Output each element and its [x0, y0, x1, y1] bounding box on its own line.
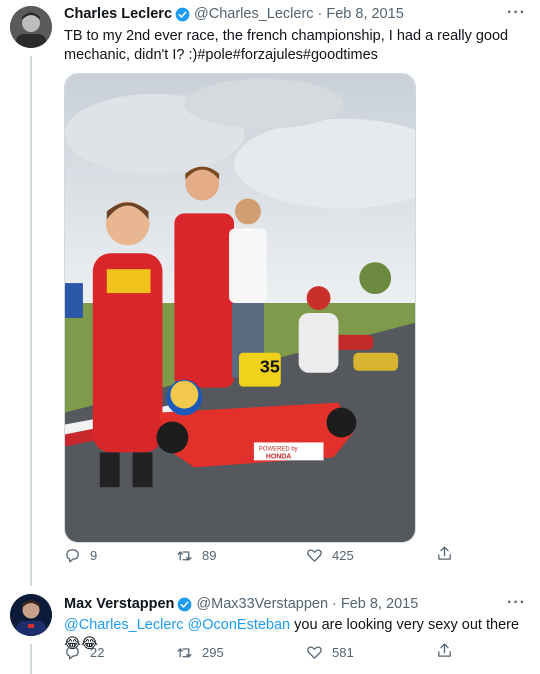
reply-icon: [66, 548, 79, 563]
like-icon: [307, 548, 322, 562]
avatar-charles-leclerc[interactable]: [10, 6, 52, 48]
author-name[interactable]: Charles Leclerc: [64, 6, 172, 22]
share-icon: [438, 643, 451, 657]
retweet-count: 295: [202, 644, 224, 660]
more-icon[interactable]: ···: [507, 594, 526, 612]
tweet-date[interactable]: Feb 8, 2015: [341, 596, 418, 612]
tweet-text: TB to my 2nd ever race, the french champ…: [64, 28, 509, 63]
like-icon: [307, 645, 322, 659]
separator-dot: ·: [332, 596, 337, 612]
retweet-button[interactable]: 295: [176, 644, 224, 661]
reply-count: 22: [90, 644, 105, 660]
tweet-date[interactable]: Feb 8, 2015: [326, 6, 403, 22]
reply-button[interactable]: 22: [64, 644, 104, 661]
tweet-header: Charles Leclerc @Charles_Leclerc · Feb 8…: [64, 6, 404, 22]
tweet-charles-leclerc[interactable]: Charles Leclerc @Charles_Leclerc · Feb 8…: [0, 0, 540, 590]
retweet-icon: [177, 550, 192, 560]
kart-sponsor-line1: POWERED by: [259, 446, 298, 452]
retweet-icon: [177, 647, 192, 657]
tweet-photo[interactable]: 35 POWERED by HONDA: [64, 73, 416, 543]
retweet-button[interactable]: 89: [176, 547, 216, 564]
more-icon[interactable]: ···: [507, 4, 526, 22]
verified-badge-icon: [175, 7, 190, 21]
separator-dot: ·: [317, 6, 323, 22]
reply-button[interactable]: 9: [64, 547, 97, 564]
share-icon: [438, 546, 451, 560]
share-button[interactable]: [436, 545, 453, 565]
reply-icon: [66, 645, 79, 660]
kart-sponsor-line2: HONDA: [266, 453, 291, 460]
tweet-header: Max Verstappen @Max33Verstappen · Feb 8,…: [64, 596, 418, 612]
thread-line: [30, 56, 32, 586]
verified-badge-icon: [178, 597, 192, 611]
like-count: 425: [332, 547, 354, 563]
avatar-max-verstappen[interactable]: [10, 594, 52, 636]
like-count: 581: [332, 644, 354, 660]
like-button[interactable]: 425: [306, 547, 354, 564]
like-button[interactable]: 581: [306, 644, 354, 661]
retweet-count: 89: [202, 547, 217, 563]
reply-count: 9: [90, 547, 98, 563]
share-button[interactable]: [436, 642, 453, 662]
author-name[interactable]: Max Verstappen: [64, 596, 174, 612]
tweet-max-verstappen[interactable]: Max Verstappen @Max33Verstappen · Feb 8,…: [0, 590, 540, 674]
thread-line: [30, 644, 32, 674]
author-handle[interactable]: @Max33Verstappen: [196, 596, 328, 612]
author-handle[interactable]: @Charles_Leclerc: [194, 6, 314, 22]
tweet-text: @Charles_Leclerc @OconEsteban you are lo…: [64, 616, 524, 654]
kart-number: 35: [260, 357, 280, 377]
mention-link[interactable]: @Charles_Leclerc: [64, 617, 184, 633]
mention-link[interactable]: @OconEsteban: [188, 617, 291, 633]
